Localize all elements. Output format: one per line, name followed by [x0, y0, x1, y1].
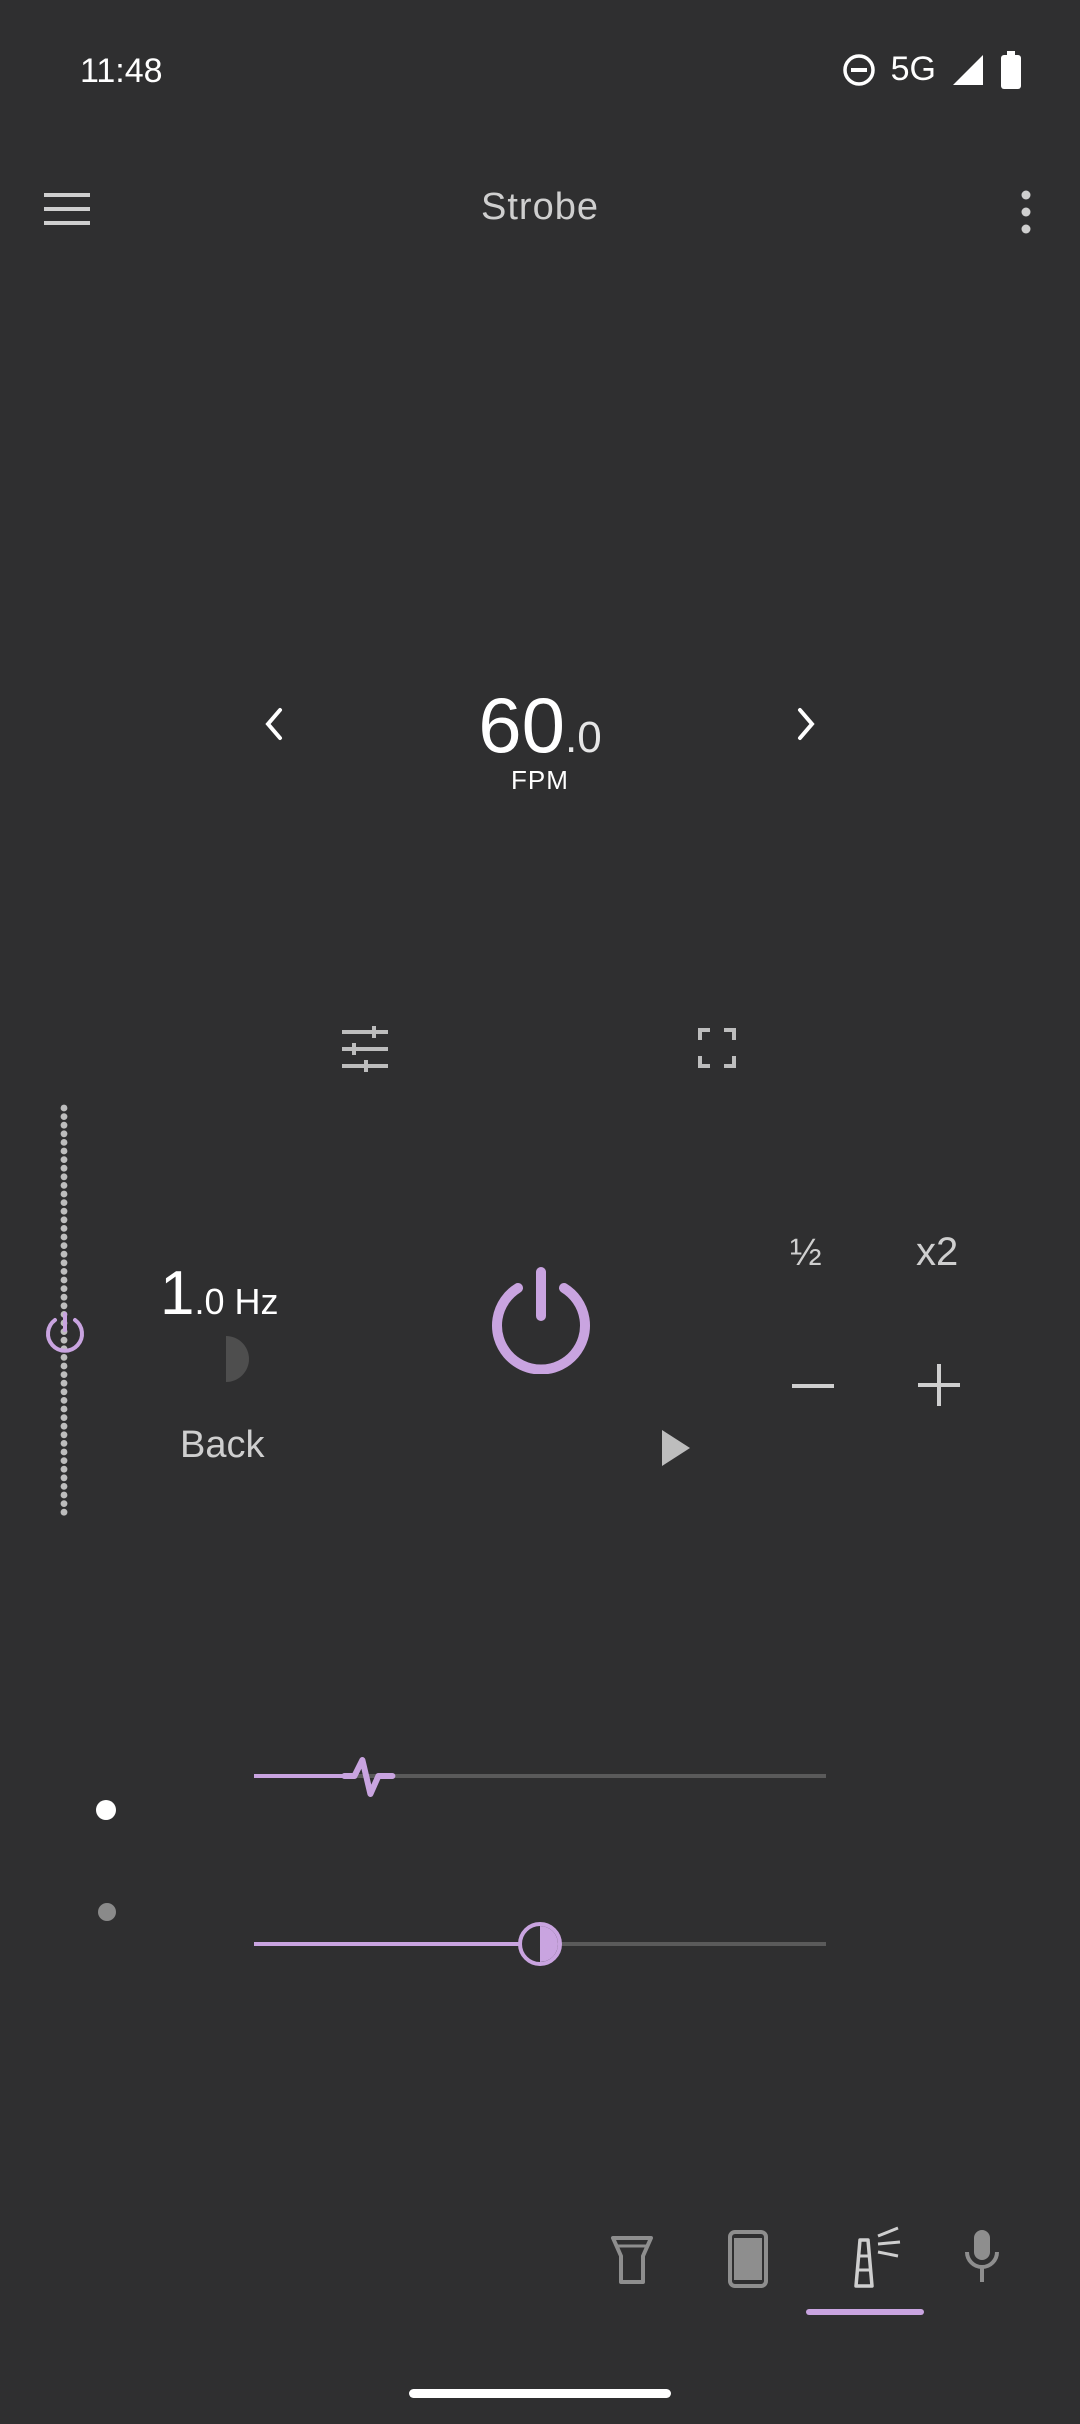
status-time: 11:48 — [80, 52, 163, 90]
fpm-value: 60 — [478, 681, 566, 769]
half-moon-icon — [226, 1336, 249, 1382]
fullscreen-button[interactable] — [698, 1028, 736, 1068]
fpm-unit: FPM — [511, 765, 569, 795]
waveform-thumb-icon[interactable] — [341, 1757, 396, 1797]
nav-strobe[interactable] — [850, 2226, 902, 2288]
fullscreen-icon — [698, 1028, 736, 1068]
active-slider-indicator — [96, 1800, 116, 1820]
tune-button[interactable] — [340, 1026, 390, 1072]
double-rate-button[interactable]: x2 — [916, 1230, 958, 1275]
battery-icon — [1001, 50, 1021, 89]
microphone-icon — [965, 2230, 999, 2282]
inactive-slider-indicator — [98, 1903, 116, 1921]
vertical-frequency-slider[interactable] — [40, 1102, 90, 1526]
fpm-display: 60.0 FPM — [340, 680, 740, 796]
chevron-right-icon — [798, 708, 815, 740]
frequency-value: 1 — [160, 1259, 195, 1328]
nav-screen-light[interactable] — [728, 2230, 768, 2288]
play-button[interactable] — [660, 1428, 692, 1468]
horizontal-sliders[interactable] — [240, 1740, 840, 1980]
nav-selected-indicator — [806, 2309, 924, 2315]
increase-fpm-button[interactable] — [790, 702, 822, 746]
tune-icon — [342, 1026, 388, 1072]
increment-button[interactable] — [918, 1364, 960, 1406]
plus-icon — [918, 1364, 960, 1406]
strobe-icon — [854, 2226, 901, 2288]
overflow-menu-button[interactable] — [1012, 188, 1040, 236]
frequency-unit: Hz — [234, 1281, 279, 1322]
back-button[interactable]: Back — [180, 1424, 264, 1467]
fpm-decimal: .0 — [565, 713, 602, 762]
decrement-button[interactable] — [792, 1366, 834, 1406]
status-icons: 5G — [841, 50, 1022, 89]
duty-cycle-thumb-icon[interactable] — [518, 1922, 562, 1966]
decrease-fpm-button[interactable] — [258, 702, 290, 746]
slider-power-thumb-icon[interactable] — [42, 1308, 88, 1354]
half-rate-button[interactable]: ½ — [790, 1232, 822, 1275]
minus-icon — [792, 1384, 834, 1388]
more-vert-icon — [1021, 190, 1031, 234]
nav-flashlight[interactable] — [610, 2234, 654, 2286]
flashlight-icon — [611, 2236, 653, 2284]
frequency-readout: 1.0 Hz — [160, 1258, 279, 1329]
power-button[interactable] — [488, 1266, 594, 1375]
network-type: 5G — [890, 50, 936, 88]
home-gesture-bar[interactable] — [409, 2389, 671, 2398]
do-not-disturb-icon — [842, 53, 875, 86]
app-title: Strobe — [481, 186, 599, 228]
frequency-decimal: .0 — [194, 1281, 225, 1322]
nav-microphone[interactable] — [964, 2228, 1000, 2284]
signal-icon — [953, 54, 983, 85]
screen-icon — [728, 2230, 768, 2288]
chevron-left-icon — [265, 708, 282, 740]
power-icon — [492, 1267, 590, 1375]
play-icon — [662, 1430, 690, 1466]
